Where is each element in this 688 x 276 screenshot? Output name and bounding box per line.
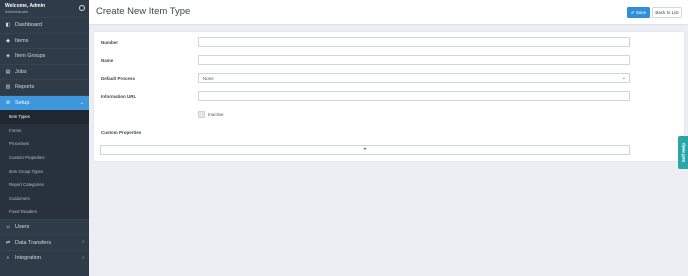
self-help-label: Self Help — [680, 142, 686, 163]
nav-label: Dashboard — [15, 22, 42, 29]
page-header: Create New Item Type ✔ Save Back to List — [89, 0, 688, 25]
submenu-custom-properties[interactable]: Custom Properties — [0, 151, 89, 165]
number-input[interactable] — [198, 37, 630, 47]
submenu-item-types[interactable]: Item Types — [0, 110, 89, 124]
self-help-tab[interactable]: Self Help — [678, 136, 688, 169]
user-role: Administrator — [5, 9, 29, 14]
inactive-checkbox[interactable] — [198, 111, 205, 118]
nav-items[interactable]: ◆ Items — [0, 32, 89, 49]
jobs-icon: ▤ — [5, 68, 11, 75]
page-title: Create New Item Type — [96, 6, 191, 17]
nav-label: Integration — [15, 255, 41, 261]
submenu-customers[interactable]: Customers — [0, 192, 89, 206]
nav-label: Setup — [15, 99, 30, 106]
tag-icon: ◆ — [6, 37, 10, 44]
nav-setup[interactable]: ⚙ Setup ⌄ — [0, 94, 89, 110]
submenu-item-group-types[interactable]: Item Group Types — [0, 164, 89, 178]
sidebar: Welcome, Admin Administrator ◧ Dashboard… — [0, 0, 89, 276]
name-input[interactable] — [198, 55, 630, 65]
setup-submenu: Item Types Forms Processes Custom Proper… — [0, 110, 89, 219]
plus-icon: + — [363, 147, 367, 153]
nav-users[interactable]: ☺ Users — [0, 218, 89, 235]
number-label: Number — [101, 40, 119, 45]
dashboard-icon: ◧ — [5, 22, 11, 29]
information-url-input[interactable] — [198, 91, 630, 101]
default-process-select[interactable]: None ⌄ — [198, 73, 630, 83]
chevron-down-icon: ⌄ — [621, 75, 626, 81]
submenu-report-categories[interactable]: Report Categories — [0, 178, 89, 192]
cogs-icon: ⚙ — [5, 99, 11, 106]
inactive-label: Inactive — [208, 112, 224, 117]
default-process-label: Default Process — [101, 76, 136, 81]
information-url-label: Information URL — [101, 94, 137, 99]
chevron-left-icon: ‹ — [82, 239, 84, 246]
nav-data-transfers[interactable]: ⇄ Data Transfers ‹ — [0, 234, 89, 250]
chevron-left-icon: ‹ — [82, 254, 84, 261]
back-to-list-button[interactable]: Back to List — [652, 7, 682, 18]
add-custom-property-button[interactable]: + — [100, 145, 630, 155]
form-card: Number Name Default Process None ⌄ Infor… — [93, 31, 685, 162]
user-block: Welcome, Admin Administrator — [0, 0, 89, 17]
nav-label: Items — [15, 37, 29, 44]
name-label: Name — [101, 58, 114, 63]
default-process-value: None — [203, 75, 214, 81]
tags-icon: ◈ — [6, 53, 10, 60]
nav-jobs[interactable]: ▤ Jobs — [0, 63, 89, 80]
submenu-processes[interactable]: Processes — [0, 137, 89, 151]
nav-label: Item Groups — [15, 53, 46, 60]
chevron-down-icon: ⌄ — [79, 99, 84, 106]
submenu-fixed-readers[interactable]: Fixed Readers — [0, 205, 89, 219]
submenu-forms[interactable]: Forms — [0, 124, 89, 138]
chart-icon: ▥ — [5, 84, 11, 91]
users-icon: ☺ — [5, 224, 11, 230]
nav-item-groups[interactable]: ◈ Item Groups — [0, 48, 89, 64]
nav-label: Reports — [15, 84, 35, 91]
custom-properties-label: Custom Properties — [101, 130, 142, 135]
nav-label: Users — [15, 224, 30, 230]
nav-label: Data Transfers — [15, 239, 52, 246]
rss-icon: ◗ — [6, 255, 10, 261]
gear-icon[interactable] — [79, 5, 85, 11]
save-button[interactable]: ✔ Save — [627, 7, 650, 18]
nav-reports[interactable]: ▥ Reports — [0, 79, 89, 95]
transfer-icon: ⇄ — [5, 239, 11, 246]
nav-integration[interactable]: ◗ Integration ‹ — [0, 249, 89, 266]
nav-label: Jobs — [15, 68, 27, 75]
nav-dashboard[interactable]: ◧ Dashboard — [0, 17, 89, 33]
